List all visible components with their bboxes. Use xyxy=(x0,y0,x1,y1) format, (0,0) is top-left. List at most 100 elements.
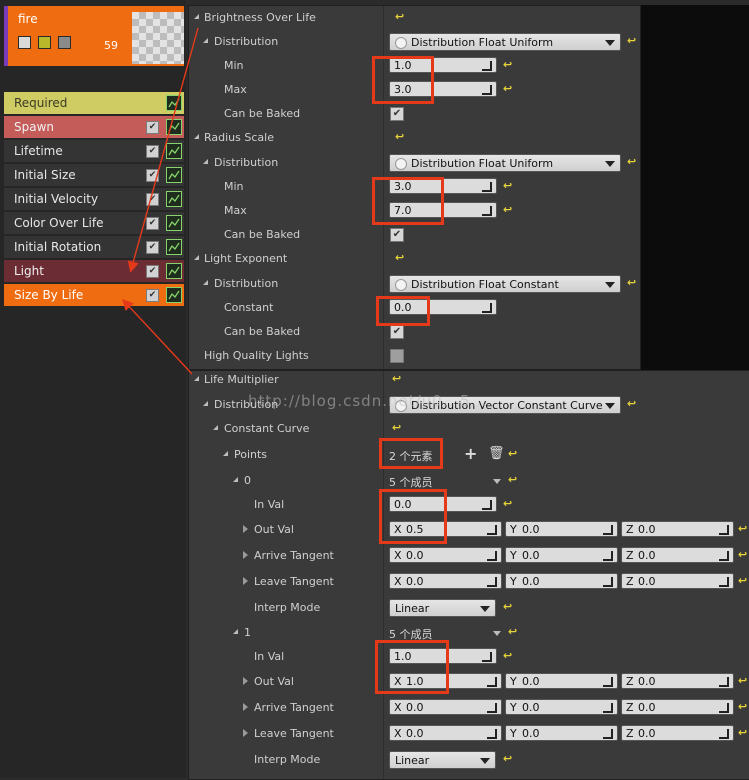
leave-tangent-z-input[interactable]: Z 0.0 xyxy=(621,573,734,589)
reset-arrow-icon[interactable]: ↩ xyxy=(627,155,636,168)
out-val-y-input[interactable]: Y 0.0 xyxy=(505,673,618,689)
module-enable-checkbox[interactable]: ✔ xyxy=(146,121,159,134)
curve-editor-icon[interactable] xyxy=(166,239,182,255)
expand-icon[interactable] xyxy=(243,677,248,685)
chevron-down-icon[interactable] xyxy=(493,479,501,484)
module-color-over-life[interactable]: Color Over Life ✔ xyxy=(4,212,184,234)
plus-icon[interactable]: + xyxy=(464,444,477,463)
module-enable-checkbox[interactable]: ✔ xyxy=(146,241,159,254)
collapse-icon[interactable] xyxy=(203,159,208,164)
life-multiplier-row[interactable]: Life Multiplier ↩ xyxy=(189,368,749,392)
reset-arrow-icon[interactable]: ↩ xyxy=(503,497,512,510)
reset-arrow-icon[interactable]: ↩ xyxy=(508,447,517,460)
module-size-by-life[interactable]: Size By Life ✔ xyxy=(4,284,184,306)
reset-arrow-icon[interactable]: ↩ xyxy=(392,421,401,434)
arrive-tangent-z-input[interactable]: Z 0.0 xyxy=(621,547,734,563)
radius-distribution-dropdown[interactable]: Distribution Float Uniform xyxy=(389,154,621,172)
module-enable-checkbox[interactable]: ✔ xyxy=(146,193,159,206)
interp-mode-dropdown[interactable]: Linear xyxy=(389,599,496,617)
module-enable-checkbox[interactable]: ✔ xyxy=(146,217,159,230)
collapse-icon[interactable] xyxy=(233,629,238,634)
out-val-z-input[interactable]: Z 0.0 xyxy=(621,521,734,537)
module-initial-rotation[interactable]: Initial Rotation ✔ xyxy=(4,236,184,258)
module-enable-checkbox[interactable]: ✔ xyxy=(146,169,159,182)
reset-arrow-icon[interactable]: ↩ xyxy=(738,674,747,687)
exponent-distribution-dropdown[interactable]: Distribution Float Constant xyxy=(389,275,621,293)
emitter-solo-icon[interactable] xyxy=(58,36,71,49)
emitter-header[interactable]: fire 59 xyxy=(4,6,184,66)
curve-editor-icon[interactable] xyxy=(166,143,182,159)
reset-arrow-icon[interactable]: ↩ xyxy=(508,473,517,486)
collapse-icon[interactable] xyxy=(194,14,199,19)
module-enable-checkbox[interactable]: ✔ xyxy=(146,289,159,302)
reset-arrow-icon[interactable]: ↩ xyxy=(738,726,747,739)
trash-icon[interactable]: 🗑 xyxy=(488,446,505,461)
reset-arrow-icon[interactable]: ↩ xyxy=(503,649,512,662)
reset-arrow-icon[interactable]: ↩ xyxy=(738,522,747,535)
curve-editor-icon[interactable] xyxy=(166,191,182,207)
module-required[interactable]: Required xyxy=(4,92,184,114)
reset-arrow-icon[interactable]: ↩ xyxy=(738,548,747,561)
out-val-y-input[interactable]: Y 0.0 xyxy=(505,521,618,537)
out-val-z-input[interactable]: Z 0.0 xyxy=(621,673,734,689)
curve-editor-icon[interactable] xyxy=(166,95,182,111)
collapse-icon[interactable] xyxy=(203,401,208,406)
collapse-icon[interactable] xyxy=(203,38,208,43)
module-enable-checkbox[interactable]: ✔ xyxy=(146,145,159,158)
light-exponent-row[interactable]: Light Exponent ↩ xyxy=(189,247,640,271)
collapse-icon[interactable] xyxy=(194,134,199,139)
reset-arrow-icon[interactable]: ↩ xyxy=(503,203,512,216)
expand-icon[interactable] xyxy=(243,703,248,711)
reset-arrow-icon[interactable]: ↩ xyxy=(738,700,747,713)
reset-arrow-icon[interactable]: ↩ xyxy=(503,752,512,765)
collapse-icon[interactable] xyxy=(233,477,238,482)
radius-scale-row[interactable]: Radius Scale ↩ xyxy=(189,126,640,150)
chevron-down-icon[interactable] xyxy=(493,631,501,636)
expand-icon[interactable] xyxy=(243,577,248,585)
brightness-over-life-row[interactable]: Brightness Over Life ↩ xyxy=(189,6,640,30)
emitter-render-mode-icon[interactable] xyxy=(38,36,51,49)
collapse-icon[interactable] xyxy=(213,425,218,430)
curve-editor-icon[interactable] xyxy=(166,287,182,303)
reset-arrow-icon[interactable]: ↩ xyxy=(627,34,636,47)
expand-icon[interactable] xyxy=(243,729,248,737)
exponent-can-be-baked-checkbox[interactable]: ✔ xyxy=(390,325,404,339)
interp-mode-dropdown[interactable]: Linear xyxy=(389,751,496,769)
leave-tangent-y-input[interactable]: Y 0.0 xyxy=(505,573,618,589)
reset-arrow-icon[interactable]: ↩ xyxy=(503,600,512,613)
reset-arrow-icon[interactable]: ↩ xyxy=(627,276,636,289)
curve-editor-icon[interactable] xyxy=(166,263,182,279)
emitter-enable-toggle[interactable] xyxy=(18,36,31,49)
arrive-tangent-y-input[interactable]: Y 0.0 xyxy=(505,547,618,563)
leave-tangent-x-input[interactable]: X 0.0 xyxy=(389,573,502,589)
arrive-tangent-x-input[interactable]: X 0.0 xyxy=(389,547,502,563)
module-lifetime[interactable]: Lifetime ✔ xyxy=(4,140,184,162)
brightness-distribution-dropdown[interactable]: Distribution Float Uniform xyxy=(389,33,621,51)
reset-arrow-icon[interactable]: ↩ xyxy=(503,82,512,95)
reset-arrow-icon[interactable]: ↩ xyxy=(627,397,636,410)
radius-can-be-baked-checkbox[interactable]: ✔ xyxy=(390,228,404,242)
module-initial-size[interactable]: Initial Size ✔ xyxy=(4,164,184,186)
curve-editor-icon[interactable] xyxy=(166,167,182,183)
collapse-icon[interactable] xyxy=(203,280,208,285)
reset-arrow-icon[interactable]: ↩ xyxy=(392,372,401,385)
module-light[interactable]: Light ✔ xyxy=(4,260,184,282)
reset-arrow-icon[interactable]: ↩ xyxy=(395,251,404,264)
leave-tangent-y-input[interactable]: Y 0.0 xyxy=(505,725,618,741)
brightness-can-be-baked-checkbox[interactable]: ✔ xyxy=(390,107,404,121)
collapse-icon[interactable] xyxy=(223,451,228,456)
module-enable-checkbox[interactable]: ✔ xyxy=(146,265,159,278)
reset-arrow-icon[interactable]: ↩ xyxy=(395,10,404,23)
high-quality-lights-checkbox[interactable] xyxy=(390,349,404,363)
reset-arrow-icon[interactable]: ↩ xyxy=(503,58,512,71)
reset-arrow-icon[interactable]: ↩ xyxy=(508,625,517,638)
collapse-icon[interactable] xyxy=(194,376,199,381)
collapse-icon[interactable] xyxy=(194,255,199,260)
reset-arrow-icon[interactable]: ↩ xyxy=(395,130,404,143)
leave-tangent-x-input[interactable]: X 0.0 xyxy=(389,725,502,741)
module-initial-velocity[interactable]: Initial Velocity ✔ xyxy=(4,188,184,210)
arrive-tangent-z-input[interactable]: Z 0.0 xyxy=(621,699,734,715)
expand-icon[interactable] xyxy=(243,551,248,559)
reset-arrow-icon[interactable]: ↩ xyxy=(738,574,747,587)
expand-icon[interactable] xyxy=(243,525,248,533)
